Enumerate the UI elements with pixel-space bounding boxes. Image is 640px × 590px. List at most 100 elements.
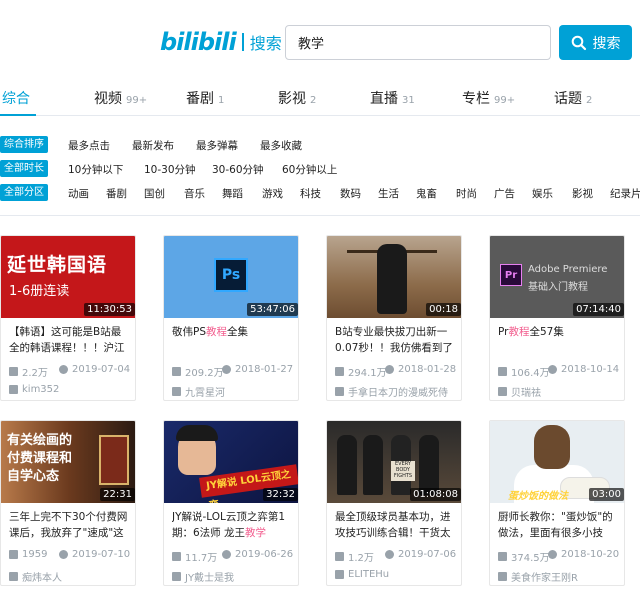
uploader[interactable]: 贝瑞祛 [498, 384, 541, 399]
tab-topic[interactable]: 话题 2 [554, 88, 592, 108]
filter-option[interactable]: 影视 [572, 186, 593, 201]
uploader[interactable]: ELITEHu [335, 569, 389, 580]
tab-label: 视频 [94, 91, 122, 107]
filter-option[interactable]: 音乐 [184, 186, 205, 201]
filter-option[interactable]: 10-30分钟 [144, 162, 196, 177]
video-thumbnail[interactable]: EVERY BODY FIGHTS 01:08:08 [327, 421, 461, 503]
video-thumbnail[interactable]: 有关绘画的 付费课程和 自学心态 22:31 [1, 421, 135, 503]
video-title[interactable]: B站专业最快拔刀出新一0.07秒！！我仿佛看到了 言 [335, 324, 457, 356]
tab-article[interactable]: 专栏 99+ [462, 88, 515, 108]
play-icon [335, 367, 344, 376]
user-icon [172, 387, 181, 396]
user-icon [498, 572, 507, 581]
tab-bangumi[interactable]: 番剧 1 [186, 88, 224, 108]
tab-video[interactable]: 视频 99+ [94, 88, 147, 108]
filter-zone-tag[interactable]: 全部分区 [0, 184, 48, 201]
video-thumbnail[interactable]: 00:18 [327, 236, 461, 318]
tab-count: 2 [586, 95, 593, 106]
video-title[interactable]: 【韩语】这可能是B站最全的韩语课程！！！沪江网校 [9, 324, 131, 356]
play-count-value: 1.2万 [348, 553, 374, 564]
tab-live[interactable]: 直播 31 [370, 88, 415, 108]
tab-movie[interactable]: 影视 2 [278, 88, 316, 108]
filter-option[interactable]: 数码 [340, 186, 361, 201]
uploader[interactable]: 痴炜本人 [9, 569, 62, 584]
uploader[interactable]: 美食作家王刚R [498, 569, 578, 584]
filter-option[interactable]: 30-60分钟 [212, 162, 264, 177]
video-card[interactable]: Pr Adobe Premiere 基础入门教程 07:14:40 Pr教程全5… [489, 235, 625, 401]
filter-option[interactable]: 10分钟以下 [68, 162, 123, 177]
play-count-value: 11.7万 [185, 553, 218, 564]
video-duration: 32:32 [263, 488, 298, 501]
upload-date: 2019-07-06 [385, 549, 456, 560]
filter-option[interactable]: 广告 [494, 186, 515, 201]
thumbnail-text: 延世韩国语 [7, 254, 108, 276]
filter-option[interactable]: 最多点击 [68, 138, 110, 153]
video-title[interactable]: 最全顶级球员基本功，进攻技巧训练合辑！干货太多! [335, 509, 457, 541]
filter-option[interactable]: 生活 [378, 186, 399, 201]
video-card[interactable]: 蛋炒饭的做法 03:00 厨师长教你："蛋炒饭"的做法，里面有很多小技巧，赶 3… [489, 420, 625, 586]
video-card[interactable]: JY解说 LOL云顶之弈 32:32 JY解说-LOL云顶之弈第1期：6法师 龙… [163, 420, 299, 586]
title-text: Pr [498, 326, 509, 338]
clock-icon [548, 365, 557, 374]
filter-option[interactable]: 鬼畜 [416, 186, 437, 201]
title-text: B站专业最快拔刀出新一0.07秒！！我仿佛看到了 言 [335, 326, 453, 354]
filter-order-tag[interactable]: 综合排序 [0, 136, 48, 153]
uploader[interactable]: kim352 [9, 384, 59, 395]
video-title[interactable]: Pr教程全57集 [498, 324, 620, 356]
filter-option[interactable]: 娱乐 [532, 186, 553, 201]
video-card[interactable]: EVERY BODY FIGHTS 01:08:08 最全顶级球员基本功，进攻技… [326, 420, 462, 586]
play-count-value: 2.2万 [22, 368, 48, 379]
person-figure [419, 435, 439, 495]
video-title[interactable]: 厨师长教你："蛋炒饭"的做法，里面有很多小技巧，赶 [498, 509, 620, 541]
filter-option[interactable]: 番剧 [106, 186, 127, 201]
video-card[interactable]: Ps 53:47:06 敬伟PS教程全集 209.2万 2018-01-27 九… [163, 235, 299, 401]
filter-option[interactable]: 纪录片 [610, 186, 640, 201]
filter-option[interactable]: 科技 [300, 186, 321, 201]
filter-duration-tag[interactable]: 全部时长 [0, 160, 48, 177]
video-duration: 53:47:06 [247, 303, 298, 316]
video-card[interactable]: 有关绘画的 付费课程和 自学心态 22:31 三年上完不下30个付费网课后，我放… [0, 420, 136, 586]
filter-option[interactable]: 游戏 [262, 186, 283, 201]
video-duration: 01:08:08 [410, 488, 461, 501]
video-card[interactable]: 00:18 B站专业最快拔刀出新一0.07秒！！我仿佛看到了 言 294.1万 … [326, 235, 462, 401]
search-box[interactable] [285, 25, 551, 60]
video-thumbnail[interactable]: Ps 53:47:06 [164, 236, 298, 318]
video-duration: 00:18 [426, 303, 461, 316]
upload-date: 2018-01-28 [385, 364, 456, 375]
video-meta: 294.1万 2018-01-28 [335, 364, 461, 379]
video-title[interactable]: 三年上完不下30个付费网课后，我放弃了"速成"这件事 [9, 509, 131, 541]
video-thumbnail[interactable]: Pr Adobe Premiere 基础入门教程 07:14:40 [490, 236, 624, 318]
filter-option[interactable]: 最新发布 [132, 138, 174, 153]
uploader-name: 手拿日本刀的漫威死侍 [348, 388, 448, 399]
uploader[interactable]: JY戴士是我 [172, 569, 234, 584]
tab-all[interactable]: 综合 [2, 88, 30, 108]
thumbnail-text: 1-6册连读 [9, 284, 70, 299]
filter-option[interactable]: 时尚 [456, 186, 477, 201]
play-icon [498, 552, 507, 561]
search-input[interactable] [286, 26, 550, 59]
play-icon [172, 367, 181, 376]
upload-date-value: 2019-07-06 [398, 549, 457, 560]
filter-option[interactable]: 最多收藏 [260, 138, 302, 153]
filter-option[interactable]: 动画 [68, 186, 89, 201]
video-thumbnail[interactable]: 延世韩国语 1-6册连读 11:30:53 [1, 236, 135, 318]
play-count: 209.2万 [172, 364, 224, 379]
play-count: 374.5万 [498, 549, 550, 564]
video-thumbnail[interactable]: 蛋炒饭的做法 03:00 [490, 421, 624, 503]
video-thumbnail[interactable]: JY解说 LOL云顶之弈 32:32 [164, 421, 298, 503]
title-text: 全集 [227, 326, 248, 338]
play-icon [335, 552, 344, 561]
video-title[interactable]: 敬伟PS教程全集 [172, 324, 294, 356]
filter-option[interactable]: 舞蹈 [222, 186, 243, 201]
filter-option[interactable]: 60分钟以上 [282, 162, 337, 177]
filter-option[interactable]: 最多弹幕 [196, 138, 238, 153]
video-title[interactable]: JY解说-LOL云顶之弈第1期：6法师 龙王教学 [172, 509, 294, 541]
video-card[interactable]: 延世韩国语 1-6册连读 11:30:53 【韩语】这可能是B站最全的韩语课程！… [0, 235, 136, 401]
bilibili-logo[interactable]: bilibili 搜索 [160, 28, 282, 56]
search-button[interactable]: 搜索 [559, 25, 632, 60]
filter-order-row: 综合排序 最多点击 最新发布 最多弹幕 最多收藏 [0, 136, 640, 156]
uploader[interactable]: 九霄星河 [172, 384, 225, 399]
filter-option[interactable]: 国创 [144, 186, 165, 201]
uploader[interactable]: 手拿日本刀的漫威死侍 [335, 384, 448, 399]
tab-label: 番剧 [186, 91, 214, 107]
